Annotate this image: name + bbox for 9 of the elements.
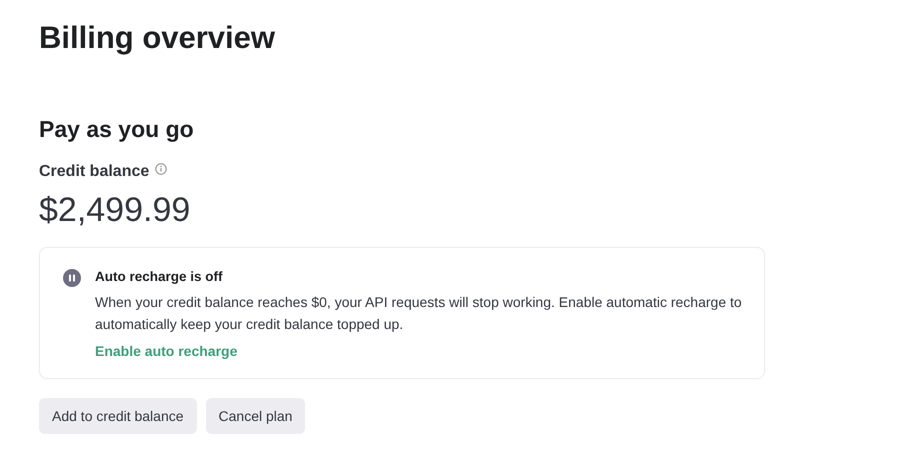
status-description: When your credit balance reaches $0, your API requests will stop working. Enable automatic recharge to automatically keep your credit balance topped up. (95, 293, 743, 334)
balance-label: Credit balance (39, 162, 150, 182)
action-button[interactable]: Cancel plan (206, 398, 306, 434)
action-button[interactable]: Add to credit balance (39, 398, 197, 434)
status-heading: Auto recharge is off (95, 268, 223, 286)
page-title: Billing overview (39, 19, 276, 57)
info-icon[interactable] (155, 163, 168, 175)
plan-title: Pay as you go (39, 115, 194, 144)
balance-amount: $2,499.99 (39, 190, 190, 230)
